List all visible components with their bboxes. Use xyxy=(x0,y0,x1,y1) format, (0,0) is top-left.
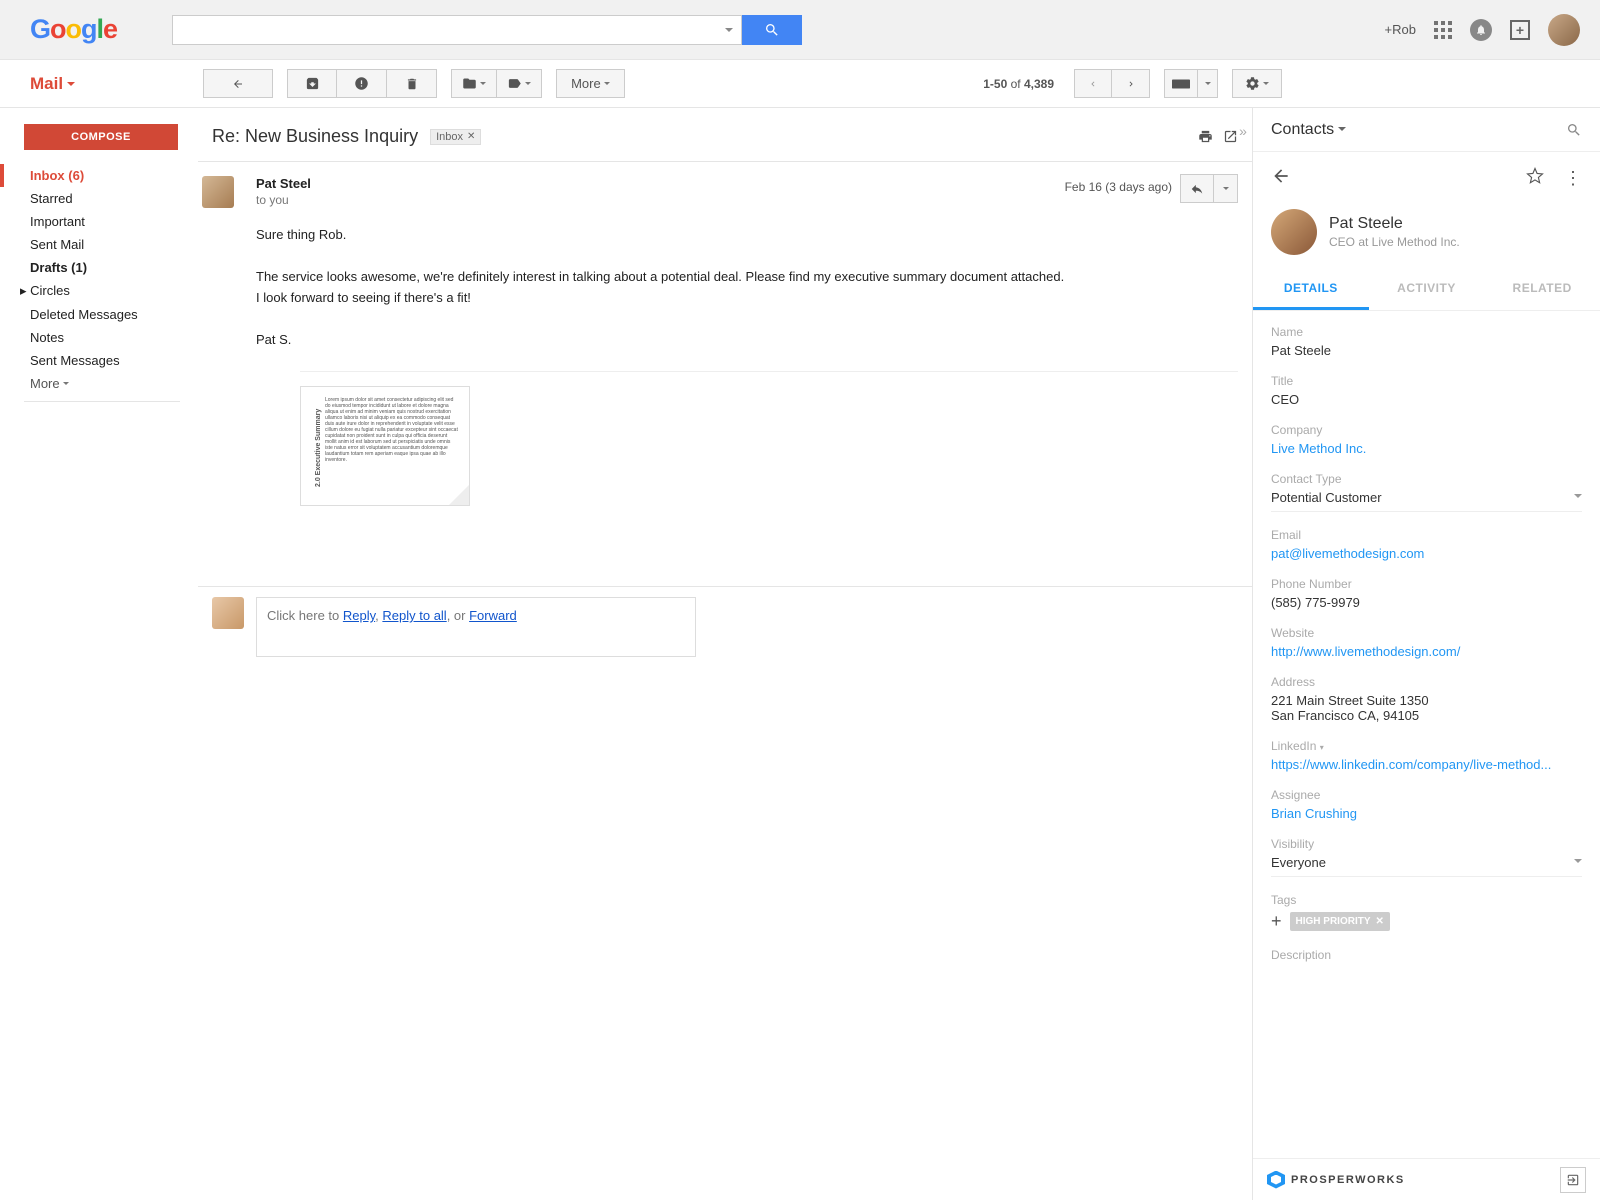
add-tag-button[interactable]: + xyxy=(1271,911,1282,932)
field-address[interactable]: 221 Main Street Suite 1350San Francisco … xyxy=(1271,693,1582,723)
field-linkedin[interactable]: https://www.linkedin.com/company/live-me… xyxy=(1271,757,1582,772)
tab-activity[interactable]: ACTIVITY xyxy=(1369,269,1485,310)
field-title[interactable]: CEO xyxy=(1271,392,1582,407)
sender-avatar[interactable] xyxy=(202,176,234,208)
attachment-preview[interactable]: 2.0 Executive Summary Lorem ipsum dolor … xyxy=(300,386,470,506)
email-date: Feb 16 (3 days ago) xyxy=(1065,180,1172,194)
header-right: +Rob + xyxy=(1385,14,1580,46)
spam-button[interactable] xyxy=(337,69,387,98)
share-icon[interactable]: + xyxy=(1510,20,1530,40)
contacts-panel: Contacts ⋮ Pat Steele CEO at Live Method… xyxy=(1252,108,1600,1200)
email-signature: Pat S. xyxy=(256,330,1238,350)
sidebar-item-starred[interactable]: Starred xyxy=(0,187,190,210)
sidebar-item-sentmsg[interactable]: Sent Messages xyxy=(0,349,190,372)
email-body-line: I look forward to seeing if there's a fi… xyxy=(256,288,1238,308)
input-tool-button[interactable] xyxy=(1164,69,1198,98)
panel-search-icon[interactable] xyxy=(1566,122,1582,138)
my-avatar xyxy=(212,597,244,629)
prev-button[interactable] xyxy=(1074,69,1112,98)
settings-button[interactable] xyxy=(1232,69,1282,98)
sidebar-item-notes[interactable]: Notes xyxy=(0,326,190,349)
panel-more-icon[interactable]: ⋮ xyxy=(1564,169,1582,187)
more-button[interactable]: More xyxy=(556,69,625,98)
sidebar-more[interactable]: More xyxy=(0,372,190,395)
plus-user-link[interactable]: +Rob xyxy=(1385,22,1416,37)
tag-chip: HIGH PRIORITY✕ xyxy=(1290,912,1390,931)
email-body-line: The service looks awesome, we're definit… xyxy=(256,267,1238,287)
sidebar-item-inbox[interactable]: Inbox (6) xyxy=(0,164,190,187)
field-phone[interactable]: (585) 775-9979 xyxy=(1271,595,1582,610)
contact-name: Pat Steele xyxy=(1329,215,1460,233)
sidebar-item-important[interactable]: Important xyxy=(0,210,190,233)
reply-all-link[interactable]: Reply to all xyxy=(382,608,446,623)
field-email[interactable]: pat@livemethodesign.com xyxy=(1271,546,1582,561)
sidebar-item-circles[interactable]: ▸ Circles xyxy=(0,279,190,303)
archive-button[interactable] xyxy=(287,69,337,98)
panel-back-button[interactable] xyxy=(1271,166,1291,189)
email-subject: Re: New Business Inquiry xyxy=(212,126,418,147)
move-to-button[interactable] xyxy=(451,69,497,98)
delete-button[interactable] xyxy=(387,69,437,98)
field-visibility[interactable]: Everyone xyxy=(1271,855,1582,877)
panel-title[interactable]: Contacts xyxy=(1271,121,1346,139)
print-icon[interactable] xyxy=(1198,129,1213,144)
email-main: Re: New Business Inquiry Inbox✕ Pat Stee… xyxy=(198,108,1252,1200)
apps-icon[interactable] xyxy=(1434,21,1452,39)
user-avatar[interactable] xyxy=(1548,14,1580,46)
sidebar-item-sent[interactable]: Sent Mail xyxy=(0,233,190,256)
compose-button[interactable]: COMPOSE xyxy=(24,124,178,150)
pagination-text: 1-50 of 4,389 xyxy=(983,77,1054,91)
email-body-line: Sure thing Rob. xyxy=(256,225,1238,245)
mail-toolbar: Mail More 1-50 of 4,389 xyxy=(0,60,1600,108)
reply-box[interactable]: Click here to Reply, Reply to all, or Fo… xyxy=(256,597,696,657)
sidebar-item-drafts[interactable]: Drafts (1) xyxy=(0,256,190,279)
contact-subtitle: CEO at Live Method Inc. xyxy=(1329,235,1460,249)
global-header: Google +Rob + xyxy=(0,0,1600,60)
remove-tag-icon[interactable]: ✕ xyxy=(1376,916,1384,927)
reply-button[interactable] xyxy=(1180,174,1214,203)
contact-avatar[interactable] xyxy=(1271,209,1317,255)
close-icon[interactable]: ✕ xyxy=(467,131,475,142)
reply-dd[interactable] xyxy=(1214,174,1238,203)
search-input[interactable] xyxy=(172,15,742,45)
field-assignee[interactable]: Brian Crushing xyxy=(1271,806,1582,821)
field-company[interactable]: Live Method Inc. xyxy=(1271,441,1582,456)
next-button[interactable] xyxy=(1112,69,1150,98)
email-inbox-tag[interactable]: Inbox✕ xyxy=(430,129,481,145)
search-button[interactable] xyxy=(742,15,802,45)
input-tool-dd[interactable] xyxy=(1198,69,1218,98)
search-icon xyxy=(764,22,780,38)
reply-link[interactable]: Reply xyxy=(343,608,375,623)
field-name[interactable]: Pat Steele xyxy=(1271,343,1582,358)
sidebar: COMPOSE Inbox (6) Starred Important Sent… xyxy=(0,108,190,412)
label-button[interactable] xyxy=(497,69,542,98)
back-button[interactable] xyxy=(203,69,273,98)
panel-exit-button[interactable] xyxy=(1560,1167,1586,1193)
tab-related[interactable]: RELATED xyxy=(1484,269,1600,310)
search-form xyxy=(172,15,802,45)
tab-details[interactable]: DETAILS xyxy=(1253,269,1369,310)
notifications-icon[interactable] xyxy=(1470,19,1492,41)
prosperworks-brand[interactable]: PROSPERWORKS xyxy=(1267,1171,1405,1189)
forward-link[interactable]: Forward xyxy=(469,608,517,623)
recipient-line: to you xyxy=(256,193,1238,207)
mail-dropdown[interactable]: Mail xyxy=(30,74,75,94)
star-icon[interactable] xyxy=(1526,167,1544,188)
panel-collapse-button[interactable]: » xyxy=(1234,120,1252,142)
sidebar-item-deleted[interactable]: Deleted Messages xyxy=(0,303,190,326)
field-website[interactable]: http://www.livemethodesign.com/ xyxy=(1271,644,1582,659)
field-contact-type[interactable]: Potential Customer xyxy=(1271,490,1582,512)
google-logo[interactable]: Google xyxy=(30,14,117,45)
